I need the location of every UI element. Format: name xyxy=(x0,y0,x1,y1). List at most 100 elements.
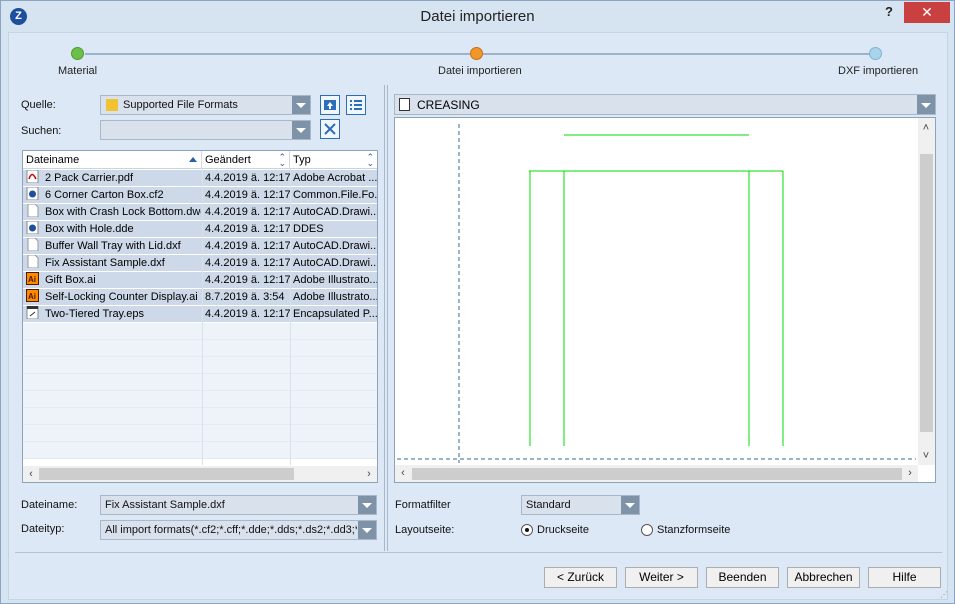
drawing-preview[interactable]: ˄ ˅ ‹ › xyxy=(394,117,936,483)
file-date: 8.7.2019 ä. 3:54 xyxy=(205,291,285,303)
panel-splitter[interactable] xyxy=(384,85,388,551)
finish-button[interactable]: Beenden xyxy=(706,567,779,588)
empty-row xyxy=(23,357,377,374)
vertical-scrollbar[interactable]: ˄ ˅ xyxy=(918,118,935,465)
file-list[interactable]: Dateiname Geändert ⌃ ⌄ Typ ⌃ ⌄ 2 Pack Carrie… xyxy=(22,150,378,483)
file-type: Encapsulated P... xyxy=(293,308,378,320)
folder-up-button[interactable] xyxy=(320,95,340,115)
column-name[interactable]: Dateiname xyxy=(23,151,202,169)
file-name: Buffer Wall Tray with Lid.dxf xyxy=(45,240,181,252)
resize-grip-icon[interactable]: ⋰ xyxy=(940,590,950,600)
empty-row xyxy=(23,340,377,357)
help-button[interactable]: Hilfe xyxy=(868,567,941,588)
filetype-combo[interactable]: All import formats(*.cf2;*.cff;*.dde;*.d… xyxy=(100,520,377,540)
radio-stanzformseite[interactable] xyxy=(641,524,653,536)
file-row[interactable]: Ai Gift Box.ai 4.4.2019 ä. 12:17 Adobe Illu… xyxy=(23,272,377,289)
chevron-down-icon[interactable] xyxy=(917,95,935,114)
source-label: Quelle: xyxy=(21,99,56,111)
radio-druckseite-label[interactable]: Druckseite xyxy=(537,524,589,536)
scroll-left-icon[interactable]: ‹ xyxy=(395,465,411,481)
scroll-right-icon[interactable]: › xyxy=(902,465,918,481)
empty-row xyxy=(23,391,377,408)
sort-icon: ⌃ ⌄ xyxy=(366,152,374,168)
drawing-canvas xyxy=(397,124,916,463)
back-button[interactable]: < Zurück xyxy=(544,567,617,588)
step-import-label: Datei importieren xyxy=(438,65,522,77)
radio-druckseite[interactable] xyxy=(521,524,533,536)
file-type: AutoCAD.Drawi... xyxy=(293,206,378,218)
cancel-button[interactable]: Abbrechen xyxy=(787,567,860,588)
file-icon xyxy=(26,238,39,251)
file-row[interactable]: 2 Pack Carrier.pdf 4.4.2019 ä. 12:17 Adobe… xyxy=(23,170,377,187)
filetype-label: Dateityp: xyxy=(21,523,65,535)
chevron-down-icon[interactable] xyxy=(292,121,310,139)
empty-row xyxy=(23,323,377,340)
column-type[interactable]: Typ ⌃ ⌄ xyxy=(290,151,377,169)
file-row[interactable]: Two-Tiered Tray.eps 4.4.2019 ä. 12:17 Enca… xyxy=(23,306,377,323)
file-name: Self-Locking Counter Display.ai xyxy=(45,291,198,303)
step-material-dot xyxy=(71,47,84,60)
radio-stanzformseite-label[interactable]: Stanzformseite xyxy=(657,524,730,536)
formatfilter-value: Standard xyxy=(526,499,571,511)
file-type: Common.File.Fo... xyxy=(293,189,378,201)
scroll-thumb[interactable] xyxy=(920,154,933,432)
file-type: DDES xyxy=(293,223,324,235)
window-title: Datei importieren xyxy=(420,8,535,25)
file-row[interactable]: Ai Self-Locking Counter Display.ai 8.7.201… xyxy=(23,289,377,306)
title-bar: Z Datei importieren ? ✕ xyxy=(1,1,954,31)
chevron-down-icon[interactable] xyxy=(358,496,376,514)
separator xyxy=(15,552,942,553)
file-row[interactable]: Box with Crash Lock Bottom.dwg 4.4.2019 ä… xyxy=(23,204,377,221)
source-value: Supported File Formats xyxy=(123,99,238,111)
help-icon[interactable]: ? xyxy=(873,2,905,24)
column-date-label: Geändert xyxy=(205,154,251,166)
file-name: Fix Assistant Sample.dxf xyxy=(45,257,165,269)
svg-text:Ai: Ai xyxy=(28,275,36,284)
eps-icon xyxy=(26,306,39,319)
chevron-down-icon[interactable] xyxy=(292,96,310,114)
file-row[interactable]: Fix Assistant Sample.dxf 4.4.2019 ä. 12:1… xyxy=(23,255,377,272)
chevron-down-icon[interactable] xyxy=(358,521,376,539)
file-date: 4.4.2019 ä. 12:17 xyxy=(205,308,291,320)
folder-up-icon xyxy=(324,100,336,110)
search-combo[interactable] xyxy=(100,120,311,140)
list-view-button[interactable] xyxy=(346,95,366,115)
filename-combo[interactable]: Fix Assistant Sample.dxf xyxy=(100,495,377,515)
file-row[interactable]: Box with Hole.dde 4.4.2019 ä. 12:17 DDES xyxy=(23,221,377,238)
pdf-icon xyxy=(26,170,39,183)
next-button[interactable]: Weiter > xyxy=(625,567,698,588)
file-row[interactable]: 6 Corner Carton Box.cf2 4.4.2019 ä. 12:17… xyxy=(23,187,377,204)
cf2-icon xyxy=(26,187,39,200)
scroll-right-icon[interactable]: › xyxy=(361,466,377,482)
column-divider xyxy=(290,169,291,465)
ai-icon: Ai xyxy=(26,289,39,302)
source-combo[interactable]: Supported File Formats xyxy=(100,95,311,115)
file-type: Adobe Illustrato... xyxy=(293,274,378,286)
file-type: AutoCAD.Drawi... xyxy=(293,240,378,252)
sort-asc-icon xyxy=(189,157,197,162)
step-line xyxy=(483,53,875,55)
scroll-up-icon[interactable]: ˄ xyxy=(918,120,934,136)
file-name: Two-Tiered Tray.eps xyxy=(45,308,145,320)
step-dxf-label: DXF importieren xyxy=(838,65,919,77)
file-date: 4.4.2019 ä. 12:17 xyxy=(205,189,291,201)
scroll-down-icon[interactable]: ˅ xyxy=(918,448,934,464)
close-button[interactable]: ✕ xyxy=(904,2,950,23)
clear-search-button[interactable] xyxy=(320,119,340,139)
layer-combo[interactable]: CREASING xyxy=(394,94,936,115)
scroll-left-icon[interactable]: ‹ xyxy=(23,466,39,482)
ai-icon: Ai xyxy=(26,272,39,285)
file-type: Adobe Illustrato... xyxy=(293,291,378,303)
horizontal-scrollbar[interactable]: ‹ › xyxy=(395,465,918,482)
empty-row xyxy=(23,425,377,442)
file-name: Gift Box.ai xyxy=(45,274,96,286)
chevron-down-icon[interactable] xyxy=(621,496,639,514)
step-dxf-dot xyxy=(869,47,882,60)
file-row[interactable]: Buffer Wall Tray with Lid.dxf 4.4.2019 ä.… xyxy=(23,238,377,255)
horizontal-scrollbar[interactable]: ‹ › xyxy=(23,466,377,482)
column-date[interactable]: Geändert ⌃ ⌄ xyxy=(202,151,290,169)
step-import-dot xyxy=(470,47,483,60)
formatfilter-combo[interactable]: Standard xyxy=(521,495,640,515)
scroll-thumb[interactable] xyxy=(412,468,902,480)
scroll-thumb[interactable] xyxy=(39,468,294,480)
